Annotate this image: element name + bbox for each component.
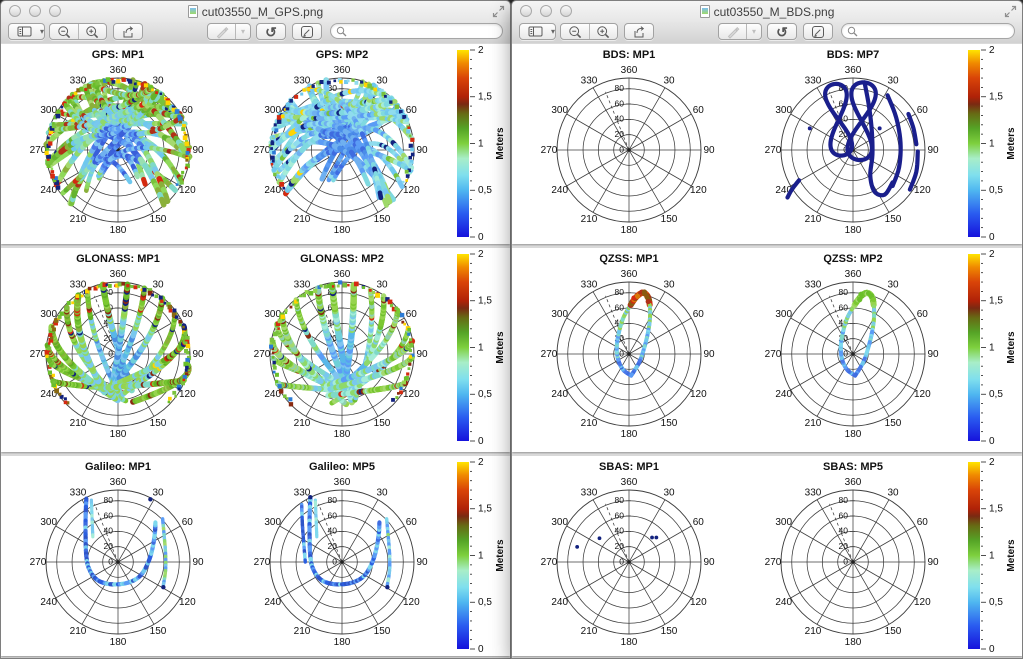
markup-icon [811, 25, 825, 39]
zoom-in-button[interactable] [590, 24, 618, 39]
search-input[interactable] [347, 25, 502, 37]
share-button[interactable] [624, 23, 654, 40]
plot-title: SBAS: MP5 [768, 461, 938, 473]
share-icon [121, 25, 136, 39]
pencil-icon [726, 25, 740, 39]
annotate-button-group: ▾ [207, 23, 251, 40]
plot-title: QZSS: MP2 [768, 253, 938, 265]
rotate-left-icon: ↺ [265, 25, 277, 39]
annotate-button-group: ▾ [718, 23, 762, 40]
view-options-button[interactable]: ▾ [8, 23, 45, 40]
image-page: QZSS: MP1 QZSS: MP2 [512, 248, 1022, 452]
skyplot-canvas [1, 44, 510, 244]
rotate-left-icon: ↺ [776, 25, 788, 39]
minimize-button[interactable] [29, 5, 41, 17]
annotate-pencil-button[interactable] [719, 24, 746, 39]
annotate-menu-button[interactable]: ▾ [236, 24, 250, 39]
plot-title: BDS: MP7 [768, 49, 938, 61]
zoom-out-button[interactable] [50, 24, 78, 39]
window-title: cut03550_M_BDS.png [714, 5, 835, 19]
plot-title: GPS: MP2 [257, 49, 427, 61]
toolbar: ▾ ▾ [1, 22, 510, 44]
skyplot-canvas [1, 248, 510, 452]
title-area: cut03550_M_GPS.png [1, 1, 510, 22]
rotate-left-button[interactable]: ↺ [767, 23, 797, 40]
search-field[interactable] [841, 23, 1015, 39]
preview-window-bds: cut03550_M_BDS.png ▾ [511, 0, 1023, 659]
plot-title: Galileo: MP5 [257, 461, 427, 473]
desktop: cut03550_M_GPS.png ▾ [0, 0, 1023, 659]
title-area: cut03550_M_BDS.png [512, 1, 1022, 22]
traffic-lights [520, 5, 572, 17]
search-icon [336, 26, 347, 37]
pencil-icon [215, 25, 229, 39]
plot-title: BDS: MP1 [544, 49, 714, 61]
window-title: cut03550_M_GPS.png [202, 5, 323, 19]
image-page: Galileo: MP1 Galileo: MP5 [1, 456, 510, 656]
chevron-down-icon: ▾ [241, 28, 245, 36]
fullscreen-icon[interactable] [492, 5, 505, 18]
sidebar-view-icon [520, 24, 551, 39]
plot-title: GLONASS: MP1 [33, 253, 203, 265]
search-field[interactable] [330, 23, 503, 39]
chevron-down-icon: ▾ [40, 28, 44, 36]
zoom-out-button[interactable] [561, 24, 589, 39]
minimize-button[interactable] [540, 5, 552, 17]
skyplot-canvas [512, 248, 1021, 452]
zoom-button-group [560, 23, 618, 40]
image-page: SBAS: MP1 SBAS: MP5 [512, 456, 1022, 656]
plot-title: QZSS: MP1 [544, 253, 714, 265]
image-page: GLONASS: MP1 GLONASS: MP2 [1, 248, 510, 452]
document-icon [700, 5, 710, 18]
document-icon [188, 5, 198, 18]
share-icon [632, 25, 647, 39]
skyplot-canvas [512, 456, 1021, 656]
markup-toolbar-button[interactable] [292, 23, 322, 40]
plot-title: SBAS: MP1 [544, 461, 714, 473]
titlebar: cut03550_M_GPS.png [1, 1, 510, 22]
fullscreen-icon[interactable] [1004, 5, 1017, 18]
sidebar-view-icon [9, 24, 40, 39]
search-icon [847, 26, 858, 37]
image-page: GPS: MP1 GPS: MP2 [1, 44, 510, 244]
plot-title: GLONASS: MP2 [257, 253, 427, 265]
zoom-in-button[interactable] [79, 24, 107, 39]
share-button[interactable] [113, 23, 143, 40]
rotate-left-button[interactable]: ↺ [256, 23, 286, 40]
zoom-button-group [49, 23, 107, 40]
markup-toolbar-button[interactable] [803, 23, 833, 40]
markup-icon [300, 25, 314, 39]
plot-title: Galileo: MP1 [33, 461, 203, 473]
zoom-button[interactable] [49, 5, 61, 17]
close-button[interactable] [9, 5, 21, 17]
skyplot-canvas [512, 44, 1021, 244]
chevron-down-icon: ▾ [752, 28, 756, 36]
view-options-button[interactable]: ▾ [519, 23, 556, 40]
skyplot-canvas [1, 456, 510, 656]
search-input[interactable] [858, 25, 1014, 37]
image-page: BDS: MP1 BDS: MP7 [512, 44, 1022, 244]
zoom-button[interactable] [560, 5, 572, 17]
preview-window-gps: cut03550_M_GPS.png ▾ [0, 0, 511, 659]
image-scroll-area[interactable]: BDS: MP1 BDS: MP7 QZSS: MP1 QZSS: MP2 SB… [512, 43, 1022, 658]
annotate-menu-button[interactable]: ▾ [747, 24, 761, 39]
plot-title: GPS: MP1 [33, 49, 203, 61]
titlebar: cut03550_M_BDS.png [512, 1, 1022, 22]
annotate-pencil-button[interactable] [208, 24, 235, 39]
close-button[interactable] [520, 5, 532, 17]
toolbar: ▾ ▾ [512, 22, 1022, 44]
image-scroll-area[interactable]: GPS: MP1 GPS: MP2 GLONASS: MP1 GLONASS: … [1, 43, 510, 658]
chevron-down-icon: ▾ [551, 28, 555, 36]
traffic-lights [9, 5, 61, 17]
